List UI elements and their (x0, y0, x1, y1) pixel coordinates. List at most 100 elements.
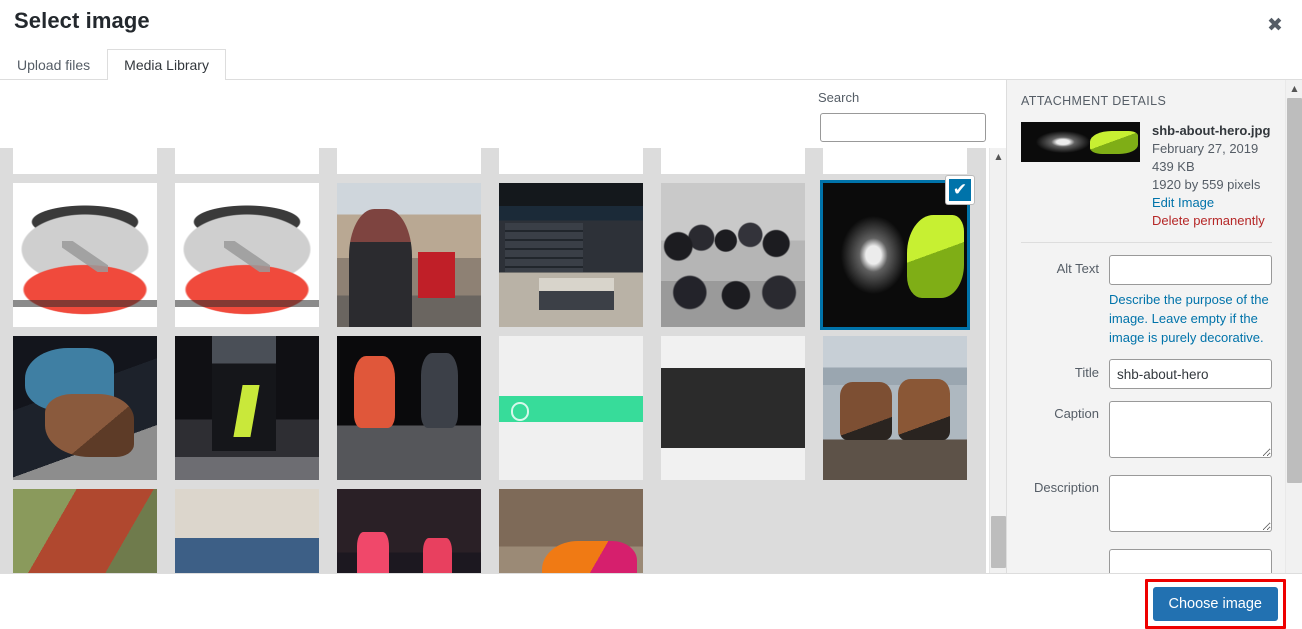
hero-splash-artwork (1021, 122, 1140, 162)
attachment-filesize: 439 KB (1152, 159, 1195, 174)
title-field-row: Title (1021, 359, 1272, 389)
search-input[interactable] (820, 113, 986, 142)
topcut-c-artwork (337, 148, 481, 174)
topcut-f-artwork (823, 148, 967, 174)
attachment-thumbnail (823, 336, 967, 480)
attachment-thumbnail (661, 183, 805, 327)
search-label: Search (818, 90, 860, 105)
attachment-top-1[interactable] (13, 148, 157, 174)
attachment-team-group-photo[interactable] (661, 183, 805, 327)
attachment-thumbnail (661, 148, 805, 174)
attachment-shoe-grey-red-1[interactable] (13, 183, 157, 327)
select-image-modal: Select image ✖ Upload files Media Librar… (0, 0, 1302, 629)
attachment-athlete-stretch[interactable] (13, 336, 157, 480)
attachment-thumbnail (499, 183, 643, 327)
alt-text-control: Describe the purpose of the image. Leave… (1109, 255, 1272, 347)
attachments-row (8, 336, 978, 480)
grid-scrollbar-thumb[interactable] (991, 516, 1006, 568)
check-icon[interactable]: ✔ (946, 176, 974, 204)
choose-image-button[interactable]: Choose image (1152, 587, 1278, 621)
attachment-details-panel: ATTACHMENT DETAILS shb-about-hero.jpg Fe… (1006, 80, 1302, 629)
title-label: Title (1074, 365, 1099, 380)
caption-textarea[interactable] (1109, 401, 1272, 458)
attachment-thumbnail (337, 183, 481, 327)
description-textarea[interactable] (1109, 475, 1272, 532)
attachment-thumbnail (823, 183, 967, 327)
modal-footer: Choose image (0, 573, 1302, 629)
attachments-grid: ✔ (0, 148, 986, 629)
attachment-thumbnail (661, 336, 805, 480)
description-label: Description (1033, 480, 1099, 495)
details-scrollbar-thumb[interactable] (1287, 98, 1302, 483)
attachment-thumbnail (13, 336, 157, 480)
attachment-thumbnail[interactable] (1021, 122, 1140, 162)
attachment-top-2[interactable] (175, 148, 319, 174)
attachment-meta: shb-about-hero.jpg February 27, 2019 439… (1152, 122, 1270, 230)
attachment-details-heading: ATTACHMENT DETAILS (1021, 94, 1167, 108)
attachment-filename: shb-about-hero.jpg (1152, 123, 1271, 138)
gym-dumbbell-artwork (175, 336, 319, 480)
attachments-browser: Search ✔ ▲ ▼ (0, 80, 1006, 629)
attachment-top-5[interactable] (661, 148, 805, 174)
attachment-store-shopper[interactable] (337, 183, 481, 327)
attachment-hiking-boots-lake[interactable] (823, 336, 967, 480)
attachment-thumbnail (175, 183, 319, 327)
topcut-e-artwork (661, 148, 805, 174)
attachment-summary: shb-about-hero.jpg February 27, 2019 439… (1021, 122, 1272, 230)
attachment-runners-night[interactable] (337, 336, 481, 480)
runners-artwork (337, 336, 481, 480)
attachment-thumbnail (337, 148, 481, 174)
attachment-green-banner-doc[interactable] (499, 336, 643, 480)
alt-text-label: Alt Text (1056, 261, 1099, 276)
description-control (1109, 475, 1272, 537)
attachment-top-6[interactable] (823, 148, 967, 174)
details-divider (1021, 242, 1272, 243)
caption-control (1109, 401, 1272, 463)
attachment-details-inner: ATTACHMENT DETAILS shb-about-hero.jpg Fe… (1007, 80, 1286, 605)
delete-permanently-link[interactable]: Delete permanently (1152, 212, 1270, 230)
topcut-b-artwork (175, 148, 319, 174)
alt-text-field-row: Alt Text Describe the purpose of the ima… (1021, 255, 1272, 347)
tab-list: Upload files Media Library (0, 48, 226, 80)
attachment-store-interior[interactable] (499, 183, 643, 327)
doc-green-artwork (499, 336, 643, 480)
attachment-shoe-grey-red-2[interactable] (175, 183, 319, 327)
attachment-top-3[interactable] (337, 148, 481, 174)
triangle-up-icon[interactable]: ▲ (990, 148, 1006, 165)
stretch-dark-artwork (13, 336, 157, 480)
caption-label: Caption (1054, 406, 1099, 421)
description-field-row: Description (1021, 475, 1272, 537)
choose-image-highlight-box: Choose image (1144, 579, 1286, 629)
edit-image-link[interactable]: Edit Image (1152, 194, 1270, 212)
boots-lake-artwork (823, 336, 967, 480)
attachment-dark-band-graphic[interactable] (661, 336, 805, 480)
tab-upload-files[interactable]: Upload files (0, 49, 107, 80)
attachment-shb-about-hero[interactable]: ✔ (820, 176, 974, 330)
alt-text-help-text: Describe the purpose of the image. Leave… (1109, 292, 1269, 345)
details-scrollbar[interactable]: ▲ ▼ (1285, 80, 1302, 629)
shoe-nb-artwork (175, 183, 319, 327)
dark-band-artwork (661, 336, 805, 480)
alt-text-input[interactable] (1109, 255, 1272, 285)
close-icon[interactable]: ✖ (1260, 10, 1290, 40)
tab-media-library[interactable]: Media Library (107, 49, 226, 80)
topcut-a-artwork (13, 148, 157, 174)
attachment-thumbnail (337, 336, 481, 480)
title-control (1109, 359, 1272, 389)
attachment-top-4[interactable] (499, 148, 643, 174)
attachment-thumbnail (499, 148, 643, 174)
triangle-up-icon[interactable]: ▲ (1286, 80, 1302, 97)
topcut-d-artwork (499, 148, 643, 174)
caption-field-row: Caption (1021, 401, 1272, 463)
grid-scrollbar[interactable]: ▲ ▼ (989, 148, 1006, 629)
attachment-thumbnail (175, 336, 319, 480)
store-woman-artwork (337, 183, 481, 327)
page-title: Select image (14, 8, 150, 33)
attachment-gym-dumbbell[interactable] (175, 336, 319, 480)
extra-label (1021, 549, 1109, 554)
attachments-row: ✔ (8, 176, 978, 330)
title-input[interactable] (1109, 359, 1272, 389)
attachment-thumbnail (499, 336, 643, 480)
attachments-scroll-area: ✔ (0, 148, 1006, 629)
attachments-row (8, 148, 978, 174)
